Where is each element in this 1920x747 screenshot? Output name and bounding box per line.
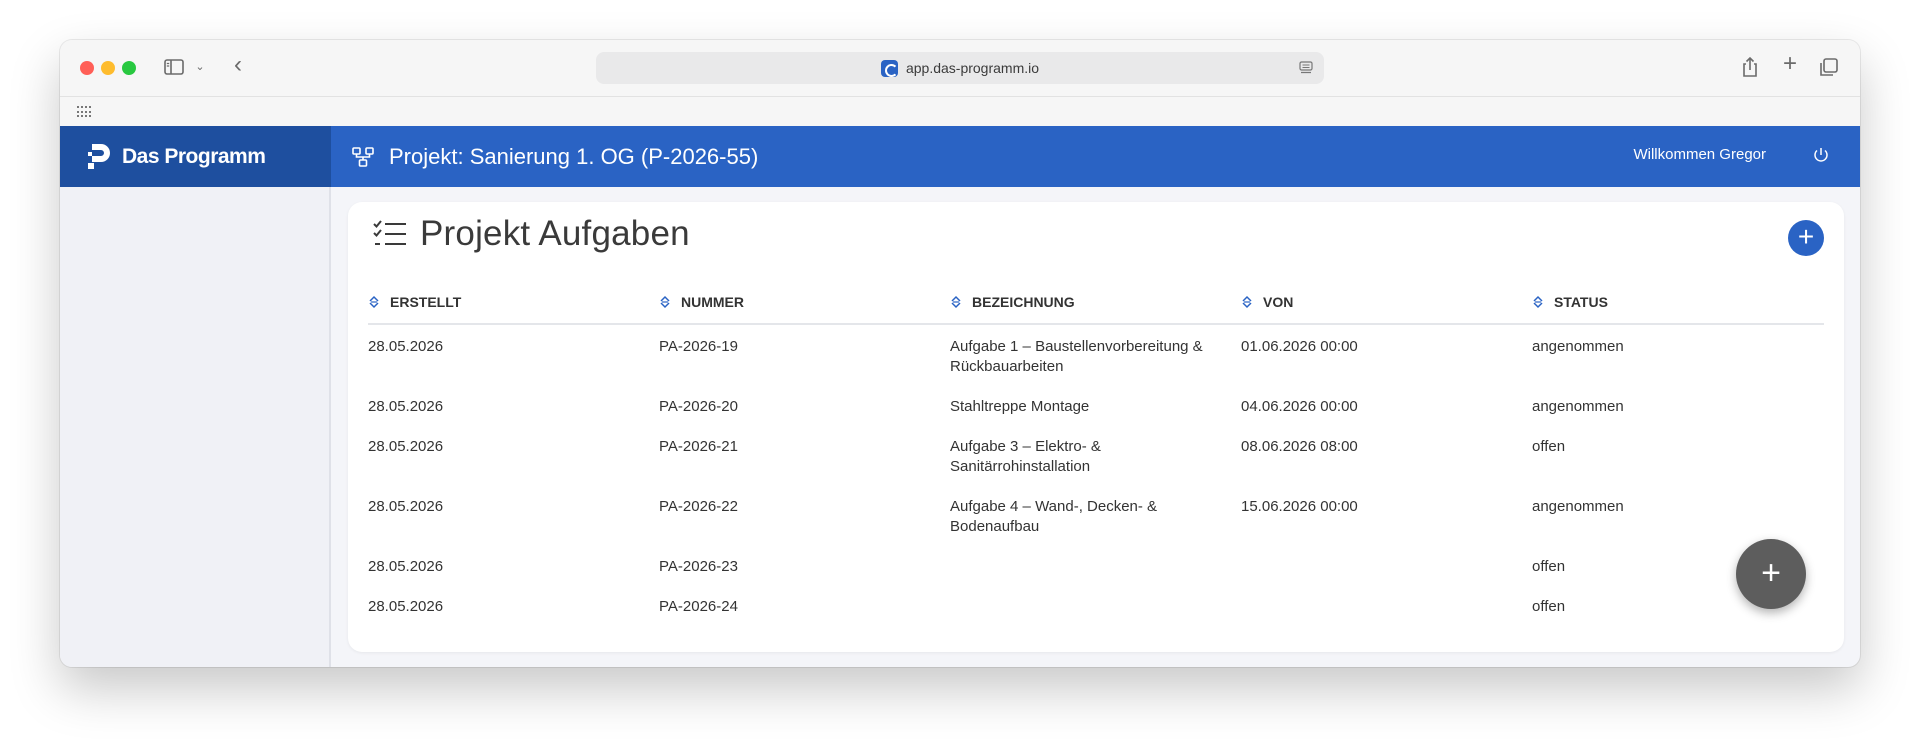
tasks-table: ERSTELLT NUMMER BEZEICHNUNG VON STATUS 2… [368,294,1824,625]
table-header-row: ERSTELLT NUMMER BEZEICHNUNG VON STATUS [368,294,1824,325]
cell-bezeichnung: Aufgabe 4 – Wand-, Decken- & Bodenaufbau [950,498,1158,535]
sidebar-toggle-icon[interactable] [162,55,186,79]
sort-icon [1242,295,1252,309]
cell-bezeichnung [950,585,1241,625]
table-row[interactable]: 28.05.2026 PA-2026-24 offen [368,585,1824,625]
cell-erstellt: 28.05.2026 [368,338,444,355]
cell-status: offen [1532,438,1566,455]
close-window-button[interactable] [80,61,94,75]
cell-nummer-link[interactable]: PA-2026-24 [659,585,950,625]
cell-bezeichnung [950,545,1241,585]
logout-power-icon[interactable] [1812,146,1830,164]
column-header-status[interactable]: STATUS [1532,294,1824,325]
das-programm-logo-icon [88,143,110,169]
minimize-window-button[interactable] [101,61,115,75]
cell-bezeichnung: Aufgabe 3 – Elektro- & Sanitärrohinstall… [950,438,1101,475]
column-header-bezeichnung[interactable]: BEZEICHNUNG [950,294,1241,325]
cell-erstellt: 28.05.2026 [368,598,444,615]
add-task-button[interactable]: + [1788,220,1824,256]
sort-icon [660,295,670,309]
cell-von: 04.06.2026 00:00 [1241,398,1358,415]
reader-mode-icon[interactable] [1298,60,1314,76]
address-bar[interactable]: app.das-programm.io [596,52,1324,84]
cell-erstellt: 28.05.2026 [368,558,444,575]
chevron-down-icon[interactable]: ⌄ [193,55,207,79]
cell-von: 01.06.2026 00:00 [1241,338,1358,355]
apps-grid-icon[interactable] [77,106,91,118]
cell-nummer-link[interactable]: PA-2026-23 [659,545,950,585]
browser-toolbar: ⌄ ‹ app.das-programm.io + [60,40,1860,96]
cell-von [1241,545,1532,585]
cell-erstellt: 28.05.2026 [368,438,444,455]
cell-von [1241,585,1532,625]
browser-window: ⌄ ‹ app.das-programm.io + Das Programm P… [60,40,1860,667]
column-header-von[interactable]: VON [1241,294,1532,325]
sort-icon [951,295,961,309]
column-header-nummer[interactable]: NUMMER [659,294,950,325]
cell-nummer-link[interactable]: PA-2026-22 [659,485,950,545]
project-structure-icon [352,146,374,167]
back-button[interactable]: ‹ [228,53,248,77]
project-title: Projekt: Sanierung 1. OG (P-2026-55) [389,143,759,169]
sort-icon [1533,295,1543,309]
table-row[interactable]: 28.05.2026 PA-2026-22 Aufgabe 4 – Wand-,… [368,485,1824,545]
cell-status: angenommen [1532,498,1624,515]
tab-overview-icon[interactable] [1818,55,1840,85]
brand-name: Das Programm [122,144,266,168]
column-header-erstellt[interactable]: ERSTELLT [368,294,659,325]
new-tab-icon[interactable]: + [1780,52,1800,76]
cell-von: 15.06.2026 00:00 [1241,498,1358,515]
sort-icon [369,295,379,309]
cell-nummer-link[interactable]: PA-2026-20 [659,385,950,425]
side-panel [60,187,331,667]
welcome-text: Willkommen Gregor [1633,146,1766,163]
cell-nummer-link[interactable]: PA-2026-19 [659,324,950,385]
url-text: app.das-programm.io [905,60,1040,76]
bookmarks-bar [60,96,1860,126]
cell-bezeichnung: Stahltreppe Montage [950,398,1090,415]
table-row[interactable]: 28.05.2026 PA-2026-19 Aufgabe 1 – Bauste… [368,324,1824,385]
tasks-card: Projekt Aufgaben + ERSTELLT NUMMER BEZEI… [348,202,1844,652]
app-header: Projekt: Sanierung 1. OG (P-2026-55) Wil… [331,126,1860,187]
table-row[interactable]: 28.05.2026 PA-2026-21 Aufgabe 3 – Elektr… [368,425,1824,485]
brand-logo-area[interactable]: Das Programm [60,126,331,187]
cell-bezeichnung: Aufgabe 1 – Baustellenvorbereitung & Rüc… [950,338,1203,375]
cell-erstellt: 28.05.2026 [368,498,444,515]
share-icon[interactable] [1740,55,1760,85]
cell-von: 08.06.2026 08:00 [1241,438,1358,455]
cell-nummer-link[interactable]: PA-2026-21 [659,425,950,485]
floating-add-button[interactable]: + [1736,539,1806,609]
cell-status: angenommen [1532,338,1624,355]
checklist-icon [373,220,406,245]
site-favicon-icon [880,59,898,77]
card-title: Projekt Aufgaben [420,214,690,253]
cell-erstellt: 28.05.2026 [368,398,444,415]
card-header: Projekt Aufgaben [372,214,690,254]
cell-status: angenommen [1532,398,1624,415]
table-row[interactable]: 28.05.2026 PA-2026-20 Stahltreppe Montag… [368,385,1824,425]
table-row[interactable]: 28.05.2026 PA-2026-23 offen [368,545,1824,585]
zoom-window-button[interactable] [122,61,136,75]
